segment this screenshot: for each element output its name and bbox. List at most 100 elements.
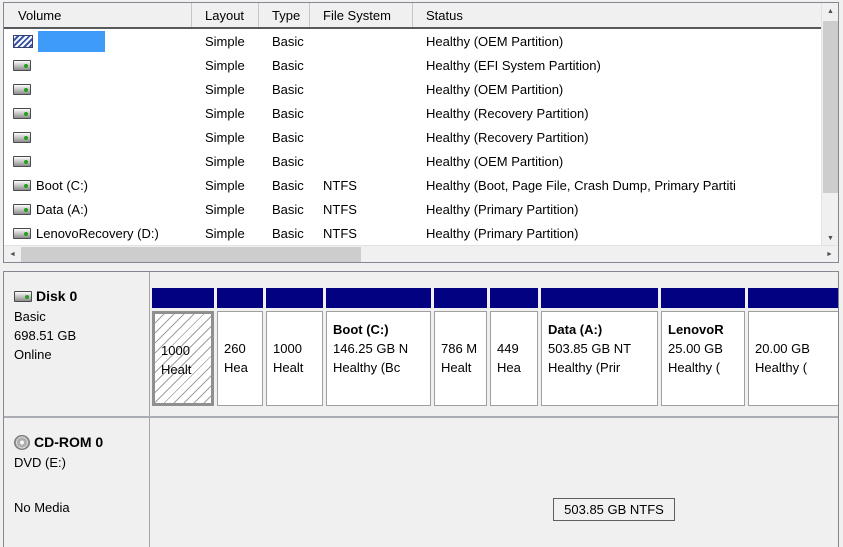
partition-body: Data (A:)503.85 GB NTHealthy (Prir: [541, 311, 658, 406]
partition-block[interactable]: 260Hea: [217, 288, 263, 406]
column-header-type[interactable]: Type: [259, 3, 310, 27]
column-header-status[interactable]: Status: [413, 3, 838, 27]
layout-cell: Simple: [192, 226, 259, 241]
volume-name: LenovoRecovery (D:): [36, 226, 159, 241]
layout-cell: Simple: [192, 106, 259, 121]
partition-block[interactable]: 786 MHealt: [434, 288, 487, 406]
partition-health: Hea: [497, 358, 534, 377]
disk0-kind: Basic: [14, 307, 145, 326]
partition-block[interactable]: LenovoR25.00 GBHealthy (: [661, 288, 745, 406]
file-system-cell: NTFS: [310, 178, 413, 193]
partition-health: Healt: [273, 358, 319, 377]
status-cell: Healthy (OEM Partition): [413, 34, 838, 49]
volume-cell: Data (A:): [4, 202, 192, 217]
volume-cell: [4, 31, 192, 52]
table-row[interactable]: LenovoRecovery (D:)SimpleBasicNTFSHealth…: [4, 221, 838, 245]
partition-body: 449Hea: [490, 311, 538, 406]
partition-label: [755, 320, 836, 339]
status-cell: Healthy (OEM Partition): [413, 82, 838, 97]
partition-label: [273, 320, 319, 339]
partition-body: 260Hea: [217, 311, 263, 406]
type-cell: Basic: [259, 178, 310, 193]
table-row[interactable]: SimpleBasicHealthy (Recovery Partition): [4, 125, 838, 149]
status-cell: Healthy (Primary Partition): [413, 226, 838, 241]
partition-status-band: [266, 288, 323, 308]
partition-block[interactable]: Boot (C:)146.25 GB NHealthy (Bc: [326, 288, 431, 406]
column-header-file-system[interactable]: File System: [310, 3, 413, 27]
partition-block[interactable]: Data (A:)503.85 GB NTHealthy (Prir: [541, 288, 658, 406]
partition-label: Data (A:): [548, 320, 654, 339]
column-header-layout[interactable]: Layout: [192, 3, 259, 27]
disk0-graph: 1000Healt260Hea1000HealtBoot (C:)146.25 …: [150, 272, 838, 416]
volume-name: Boot (C:): [36, 178, 88, 193]
partition-status-band: [490, 288, 538, 308]
partition-block-selected[interactable]: 1000Healt: [152, 288, 214, 406]
table-row[interactable]: SimpleBasicHealthy (EFI System Partition…: [4, 53, 838, 77]
type-cell: Basic: [259, 226, 310, 241]
drive-icon: [13, 156, 31, 167]
partition-body: 20.00 GBHealthy (: [748, 311, 838, 406]
size-tooltip: 503.85 GB NTFS: [553, 498, 675, 521]
status-cell: Healthy (Recovery Partition): [413, 130, 838, 145]
type-cell: Basic: [259, 154, 310, 169]
selected-volume-highlight: [38, 31, 105, 52]
drive-icon: [13, 108, 31, 119]
partition-label: [224, 320, 259, 339]
disk-icon: [14, 291, 32, 302]
partition-block[interactable]: 20.00 GBHealthy (: [748, 288, 838, 406]
disk0-size: 698.51 GB: [14, 326, 145, 345]
file-system-cell: NTFS: [310, 202, 413, 217]
scroll-up-arrow-icon[interactable]: ▲: [822, 3, 839, 20]
vertical-scroll-thumb[interactable]: [823, 21, 838, 193]
status-cell: Healthy (OEM Partition): [413, 154, 838, 169]
cdrom-header[interactable]: CD-ROM 0 DVD (E:) No Media: [4, 418, 150, 547]
partition-status-band: [326, 288, 431, 308]
table-row[interactable]: Data (A:)SimpleBasicNTFSHealthy (Primary…: [4, 197, 838, 221]
partition-size: 20.00 GB: [755, 339, 836, 358]
horizontal-scroll-thumb[interactable]: [21, 247, 361, 262]
table-row[interactable]: SimpleBasicHealthy (Recovery Partition): [4, 101, 838, 125]
partition-block[interactable]: 1000Healt: [266, 288, 323, 406]
volume-cell: [4, 156, 192, 167]
partition-health: Healthy (Prir: [548, 358, 654, 377]
scroll-right-arrow-icon[interactable]: ►: [821, 246, 838, 263]
table-row[interactable]: SimpleBasicHealthy (OEM Partition): [4, 29, 838, 53]
partition-size: 1000: [273, 339, 319, 358]
volume-cell: [4, 60, 192, 71]
drive-led-icon: [24, 208, 28, 212]
status-cell: Healthy (Recovery Partition): [413, 106, 838, 121]
partition-health: Healt: [161, 360, 208, 379]
partition-status-band: [748, 288, 838, 308]
type-cell: Basic: [259, 130, 310, 145]
partition-status-band: [217, 288, 263, 308]
partition-health: Healthy (Bc: [333, 358, 427, 377]
partition-block[interactable]: 449Hea: [490, 288, 538, 406]
volume-name: Data (A:): [36, 202, 88, 217]
table-row[interactable]: SimpleBasicHealthy (OEM Partition): [4, 77, 838, 101]
disk0-header[interactable]: Disk 0 Basic 698.51 GB Online: [4, 272, 150, 416]
drive-led-icon: [24, 136, 28, 140]
table-row[interactable]: Boot (C:)SimpleBasicNTFSHealthy (Boot, P…: [4, 173, 838, 197]
volume-cell: LenovoRecovery (D:): [4, 226, 192, 241]
column-header-volume[interactable]: Volume: [4, 3, 192, 27]
drive-icon: [13, 84, 31, 95]
vertical-scrollbar[interactable]: ▲ ▼: [821, 3, 838, 247]
partition-size: 786 M: [441, 339, 483, 358]
partition-label: LenovoR: [668, 320, 741, 339]
disk0-name: Disk 0: [36, 288, 77, 304]
table-row[interactable]: SimpleBasicHealthy (OEM Partition): [4, 149, 838, 173]
scroll-left-arrow-icon[interactable]: ◄: [4, 246, 21, 263]
cdrom-icon: [14, 435, 30, 450]
partition-body: 786 MHealt: [434, 311, 487, 406]
drive-icon: [13, 132, 31, 143]
horizontal-scrollbar[interactable]: ◄ ►: [4, 245, 838, 262]
layout-cell: Simple: [192, 82, 259, 97]
cdrom-row: CD-ROM 0 DVD (E:) No Media: [4, 418, 838, 547]
partition-body: 1000Healt: [266, 311, 323, 406]
volume-list-pane: VolumeLayoutTypeFile SystemStatus Simple…: [3, 2, 839, 263]
partition-label: [497, 320, 534, 339]
cdrom-name: CD-ROM 0: [34, 434, 103, 450]
disk-led-icon: [25, 295, 29, 299]
drive-icon: [13, 228, 31, 239]
partition-health: Healthy (: [668, 358, 741, 377]
